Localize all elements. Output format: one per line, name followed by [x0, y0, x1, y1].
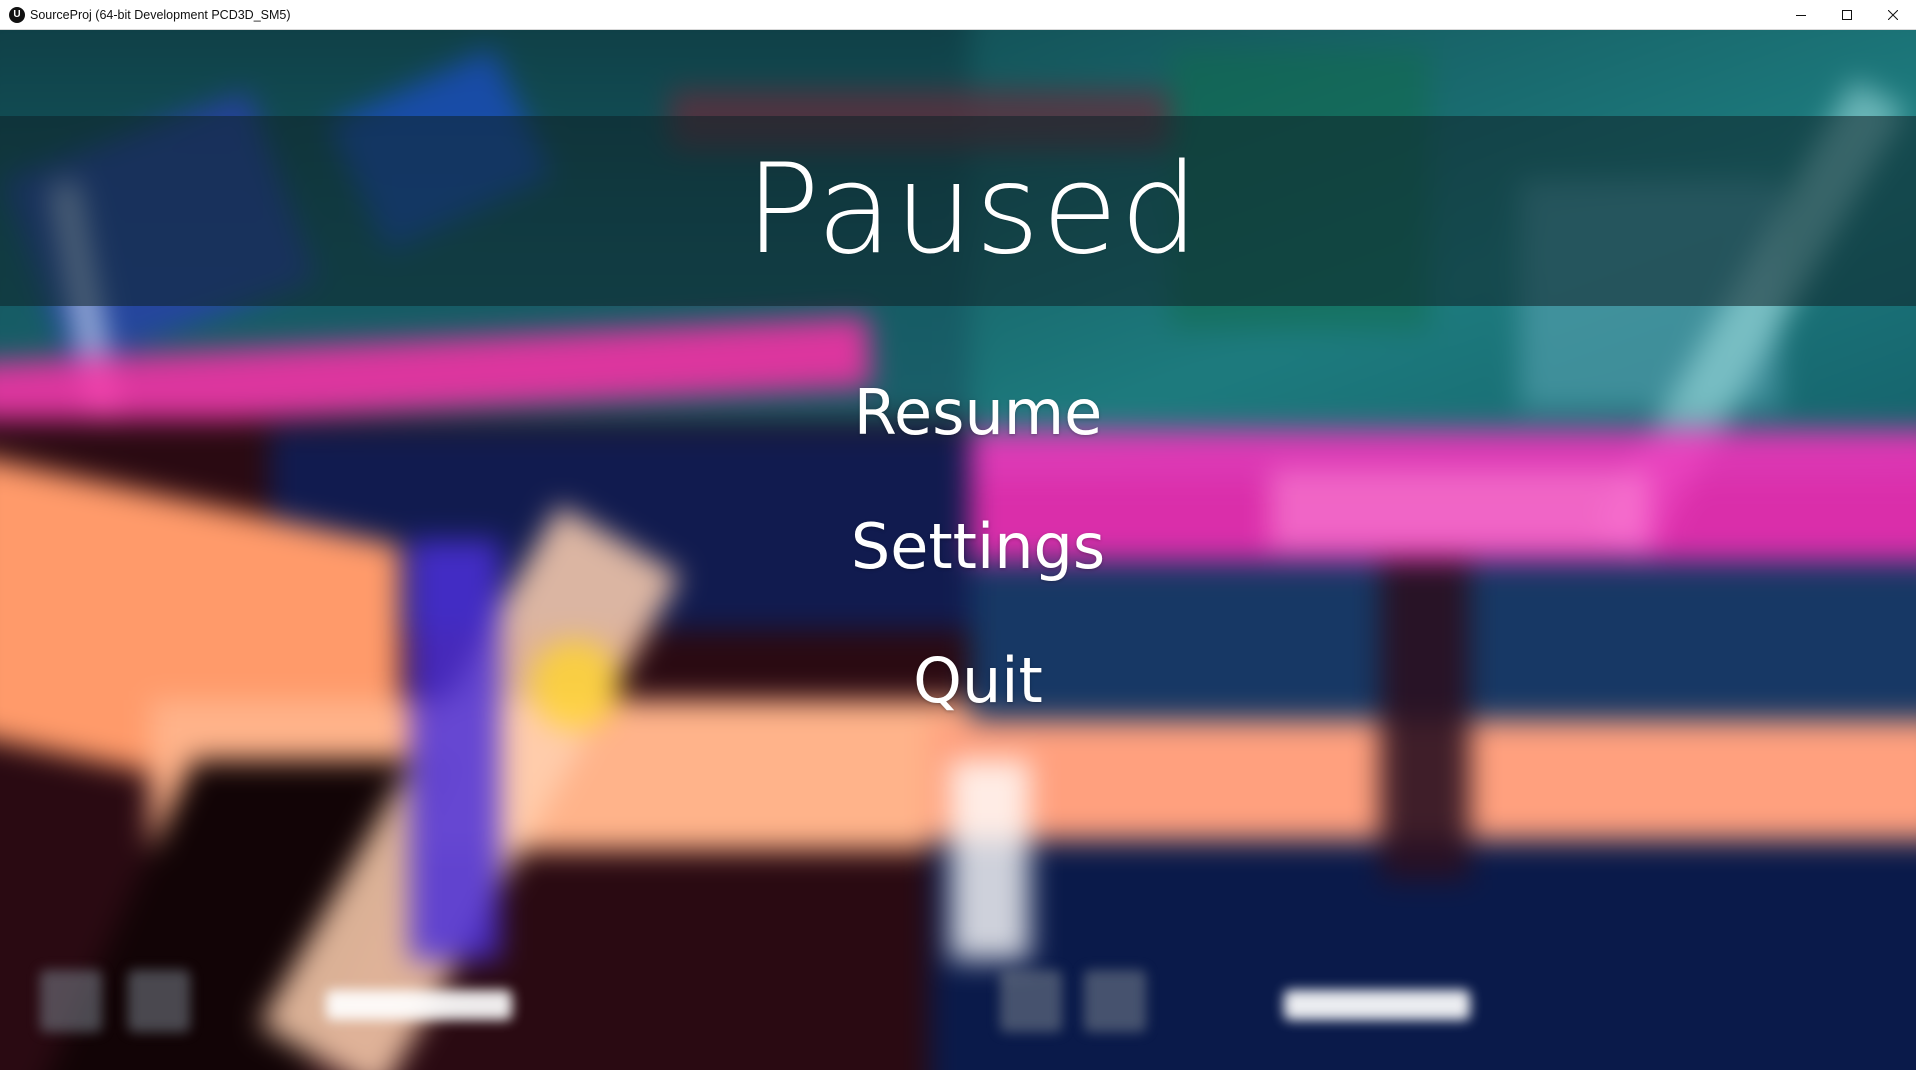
title-bar: U SourceProj (64-bit Development PCD3D_S… — [0, 0, 1916, 30]
ability-slot-icon — [40, 970, 102, 1032]
game-window: U SourceProj (64-bit Development PCD3D_S… — [0, 0, 1916, 1070]
window-title: SourceProj (64-bit Development PCD3D_SM5… — [30, 8, 291, 22]
pause-menu-title: Paused — [745, 138, 1201, 282]
minimize-icon — [1796, 15, 1806, 16]
ability-slot-icon — [1084, 970, 1146, 1032]
game-viewport[interactable]: Paused Resume Settings Quit — [0, 30, 1916, 1070]
ability-slot-icon — [1000, 970, 1062, 1032]
resume-button[interactable]: Resume — [0, 373, 1916, 453]
minimize-button[interactable] — [1778, 0, 1824, 30]
settings-button[interactable]: Settings — [0, 507, 1916, 587]
quit-button[interactable]: Quit — [0, 641, 1916, 721]
close-icon — [1888, 10, 1898, 20]
health-bar — [1284, 990, 1470, 1020]
maximize-button[interactable] — [1824, 0, 1870, 30]
health-bar — [326, 990, 512, 1020]
ability-slot-icon — [128, 970, 190, 1032]
unreal-engine-icon: U — [9, 7, 25, 23]
maximize-icon — [1842, 10, 1852, 20]
close-button[interactable] — [1870, 0, 1916, 30]
